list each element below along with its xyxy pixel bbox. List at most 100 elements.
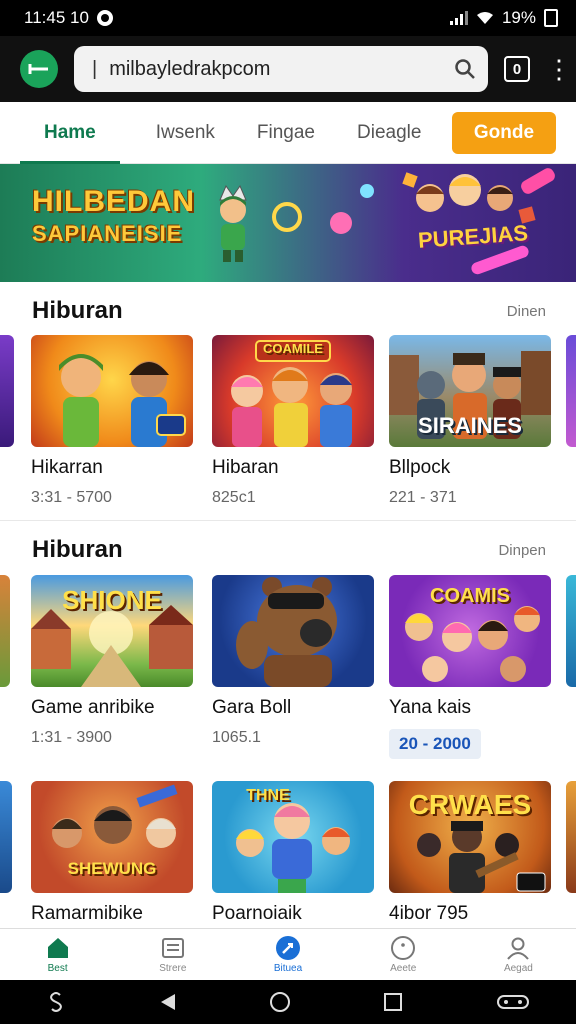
arrow-left-icon bbox=[28, 64, 48, 74]
back-triangle-icon[interactable] bbox=[159, 992, 177, 1012]
cta-button[interactable]: Gonde bbox=[452, 112, 556, 154]
characters-illustration bbox=[402, 172, 536, 224]
bubble-decoration bbox=[272, 202, 302, 232]
game-title: Yana kais bbox=[389, 697, 472, 718]
game-thumbnail: SHIONE bbox=[31, 575, 193, 687]
game-title: Ramarmibike bbox=[31, 903, 143, 924]
dots-icon bbox=[391, 936, 416, 960]
status-time: 11:45 10 bbox=[24, 8, 89, 27]
bottom-nav-label: Best bbox=[47, 963, 68, 974]
game-card[interactable]: Gara Boll 1065.1 bbox=[212, 575, 374, 747]
section-title: Hiburan bbox=[32, 536, 123, 563]
recents-square-icon[interactable] bbox=[383, 992, 403, 1012]
game-meta: 825c1 bbox=[212, 489, 256, 506]
game-card[interactable]: SHEWUNG Ramarmibike bbox=[31, 781, 193, 925]
banner-title-line2: SAPIANEISIE bbox=[32, 221, 183, 246]
tabs-button[interactable]: 0 bbox=[504, 56, 530, 82]
bottom-nav-home[interactable]: Best bbox=[0, 929, 115, 980]
game-thumbnail: CRWAES bbox=[389, 781, 551, 893]
thumbnail-title: SHIONE bbox=[62, 585, 162, 615]
bottom-nav-account[interactable]: Aegad bbox=[461, 929, 576, 980]
game-card[interactable]: THNE Poarnoiaik bbox=[212, 781, 374, 925]
game-card[interactable]: SIRAINES Bllpock 221 - 371 bbox=[389, 335, 551, 507]
assistant-icon[interactable] bbox=[46, 991, 66, 1013]
game-meta: 221 - 371 bbox=[389, 489, 457, 506]
game-card[interactable]: Hikarran 3:31 - 5700 bbox=[31, 335, 193, 507]
game-card[interactable]: COAMILE Hibaran 825c1 bbox=[212, 335, 374, 507]
partial-card-left[interactable] bbox=[0, 335, 14, 447]
section-divider bbox=[0, 520, 576, 521]
url-input[interactable]: | milbayledrakpcom bbox=[74, 46, 488, 92]
hero-banner[interactable]: HILBEDAN SAPIANEISIE PUREJIAS bbox=[0, 164, 576, 282]
game-thumbnail: SHEWUNG bbox=[31, 781, 193, 893]
person-icon bbox=[507, 937, 530, 960]
game-thumbnail: SIRAINES bbox=[389, 335, 551, 447]
game-card[interactable]: CRWAES 4ibor 795 bbox=[389, 781, 551, 925]
bubble-decoration bbox=[330, 212, 352, 234]
back-button[interactable] bbox=[20, 50, 58, 88]
more-menu-icon[interactable]: ⋮ bbox=[546, 56, 572, 82]
banner-title-line1: HILBEDAN bbox=[32, 185, 195, 218]
site-nav: Hame Iwsenk Fingae Dieagle Gonde bbox=[0, 102, 576, 164]
section-more-link[interactable]: Dinpen bbox=[498, 542, 546, 559]
thumbnail-title: THNE bbox=[246, 787, 290, 804]
bottom-nav-explore[interactable]: Bituea bbox=[230, 929, 345, 980]
game-thumbnail: COAMIS bbox=[389, 575, 551, 687]
home-icon bbox=[47, 938, 68, 958]
bottom-nav-more[interactable]: Aeete bbox=[346, 929, 461, 980]
section-title: Hiburan bbox=[32, 297, 123, 324]
partial-card-right[interactable] bbox=[566, 781, 576, 893]
game-card[interactable]: SHIONE Game anribike 1:31 - 3900 bbox=[31, 575, 193, 747]
home-circle-icon[interactable] bbox=[269, 991, 291, 1013]
partial-card-left[interactable] bbox=[0, 781, 12, 893]
bottom-nav-label: Bituea bbox=[273, 963, 303, 974]
game-title: Hibaran bbox=[212, 457, 279, 478]
game-thumbnail bbox=[212, 575, 374, 687]
game-title: Bllpock bbox=[389, 457, 451, 478]
game-title: Hikarran bbox=[31, 457, 103, 478]
game-title: Poarnoiaik bbox=[212, 903, 302, 924]
game-meta: 1065.1 bbox=[212, 729, 261, 746]
partial-card-right[interactable] bbox=[566, 575, 576, 687]
bottom-nav-label: Aegad bbox=[503, 963, 533, 974]
url-text: milbayledrakpcom bbox=[109, 57, 271, 80]
notification-icon bbox=[96, 10, 113, 26]
game-thumbnail: COAMILE bbox=[212, 335, 374, 447]
text-cursor: | bbox=[92, 57, 98, 80]
game-title: 4ibor 795 bbox=[389, 903, 469, 924]
game-title: Game anribike bbox=[31, 697, 155, 718]
gamepad-icon[interactable] bbox=[496, 993, 530, 1011]
character-illustration bbox=[219, 184, 247, 262]
list-icon bbox=[161, 938, 184, 958]
tab-4[interactable]: Dieagle bbox=[357, 102, 421, 164]
battery-percent: 19% bbox=[501, 8, 536, 27]
tab-2[interactable]: Iwsenk bbox=[156, 102, 215, 164]
battery-icon bbox=[544, 9, 558, 27]
bottom-nav-label: Strere bbox=[159, 963, 187, 974]
tab-3[interactable]: Fingae bbox=[257, 102, 315, 164]
status-bar: 11:45 10 19% bbox=[0, 0, 576, 36]
thumbnail-title: COAMILE bbox=[263, 341, 323, 356]
thumbnail-title: COAMIS bbox=[430, 585, 510, 607]
partial-card-right[interactable] bbox=[566, 335, 576, 447]
thumbnail-title: CRWAES bbox=[408, 789, 532, 820]
compass-icon bbox=[276, 936, 300, 960]
game-card[interactable]: COAMIS Yana kais 20 - 2000 bbox=[389, 575, 551, 759]
game-meta: 1:31 - 3900 bbox=[31, 729, 112, 746]
banner-title: HILBEDAN SAPIANEISIE bbox=[32, 186, 195, 250]
bottom-nav-store[interactable]: Strere bbox=[115, 929, 230, 980]
browser-toolbar: | milbayledrakpcom 0 ⋮ bbox=[0, 36, 576, 102]
game-thumbnail: THNE bbox=[212, 781, 374, 893]
search-icon[interactable] bbox=[454, 58, 476, 80]
thumbnail-title: SIRAINES bbox=[418, 413, 522, 438]
signal-icon bbox=[449, 11, 468, 25]
game-title: Gara Boll bbox=[212, 697, 292, 718]
system-navigation bbox=[0, 980, 576, 1024]
game-thumbnail bbox=[31, 335, 193, 447]
bottom-nav-label: Aeete bbox=[390, 963, 417, 974]
tab-home[interactable]: Hame bbox=[20, 102, 120, 164]
partial-card-left[interactable] bbox=[0, 575, 10, 687]
wifi-icon bbox=[476, 12, 493, 24]
section-more-link[interactable]: Dinen bbox=[507, 303, 546, 320]
character-illustration bbox=[236, 577, 337, 687]
